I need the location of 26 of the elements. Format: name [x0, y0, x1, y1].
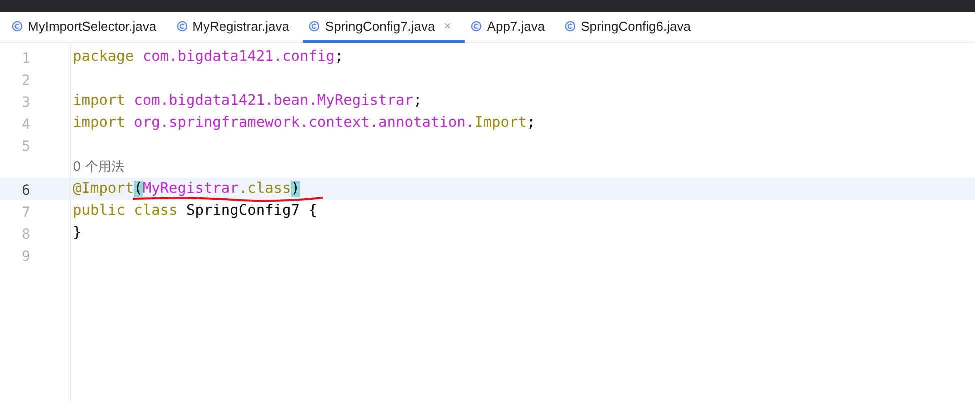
line-number: 7: [21, 204, 30, 220]
code-text: @Import(MyRegistrar.class): [73, 181, 300, 197]
code-text: import org.springframework.context.annotation.Import;: [73, 115, 536, 131]
line-number: 8: [21, 226, 30, 242]
file-tab[interactable]: App7.java: [465, 12, 560, 43]
line-number: 3: [21, 94, 30, 110]
class-icon: [565, 20, 576, 32]
line-number: 5: [21, 138, 30, 154]
class-icon: [309, 20, 320, 32]
class-icon: [12, 20, 23, 32]
code-text: }: [73, 225, 82, 241]
line-number: 9: [21, 248, 30, 264]
usage-hint[interactable]: 0 个用法: [73, 158, 124, 176]
code-text: package com.bigdata1421.config;: [73, 49, 344, 65]
line-number: 2: [21, 72, 30, 88]
class-icon: [471, 20, 482, 32]
class-icon: [176, 20, 188, 32]
line-number: 4: [21, 116, 30, 132]
line-number: 6: [21, 182, 30, 198]
file-tab[interactable]: MyRegistrar.java: [170, 12, 304, 43]
file-tab[interactable]: SpringConfig7.java ×: [303, 12, 466, 43]
code-text: public class SpringConfig7 {: [73, 203, 318, 219]
code-text: import com.bigdata1421.bean.MyRegistrar;: [73, 93, 422, 109]
file-tab[interactable]: MyImportSelector.java: [6, 12, 171, 43]
file-tab[interactable]: SpringConfig6.java: [559, 12, 705, 43]
line-number: 1: [21, 50, 30, 66]
